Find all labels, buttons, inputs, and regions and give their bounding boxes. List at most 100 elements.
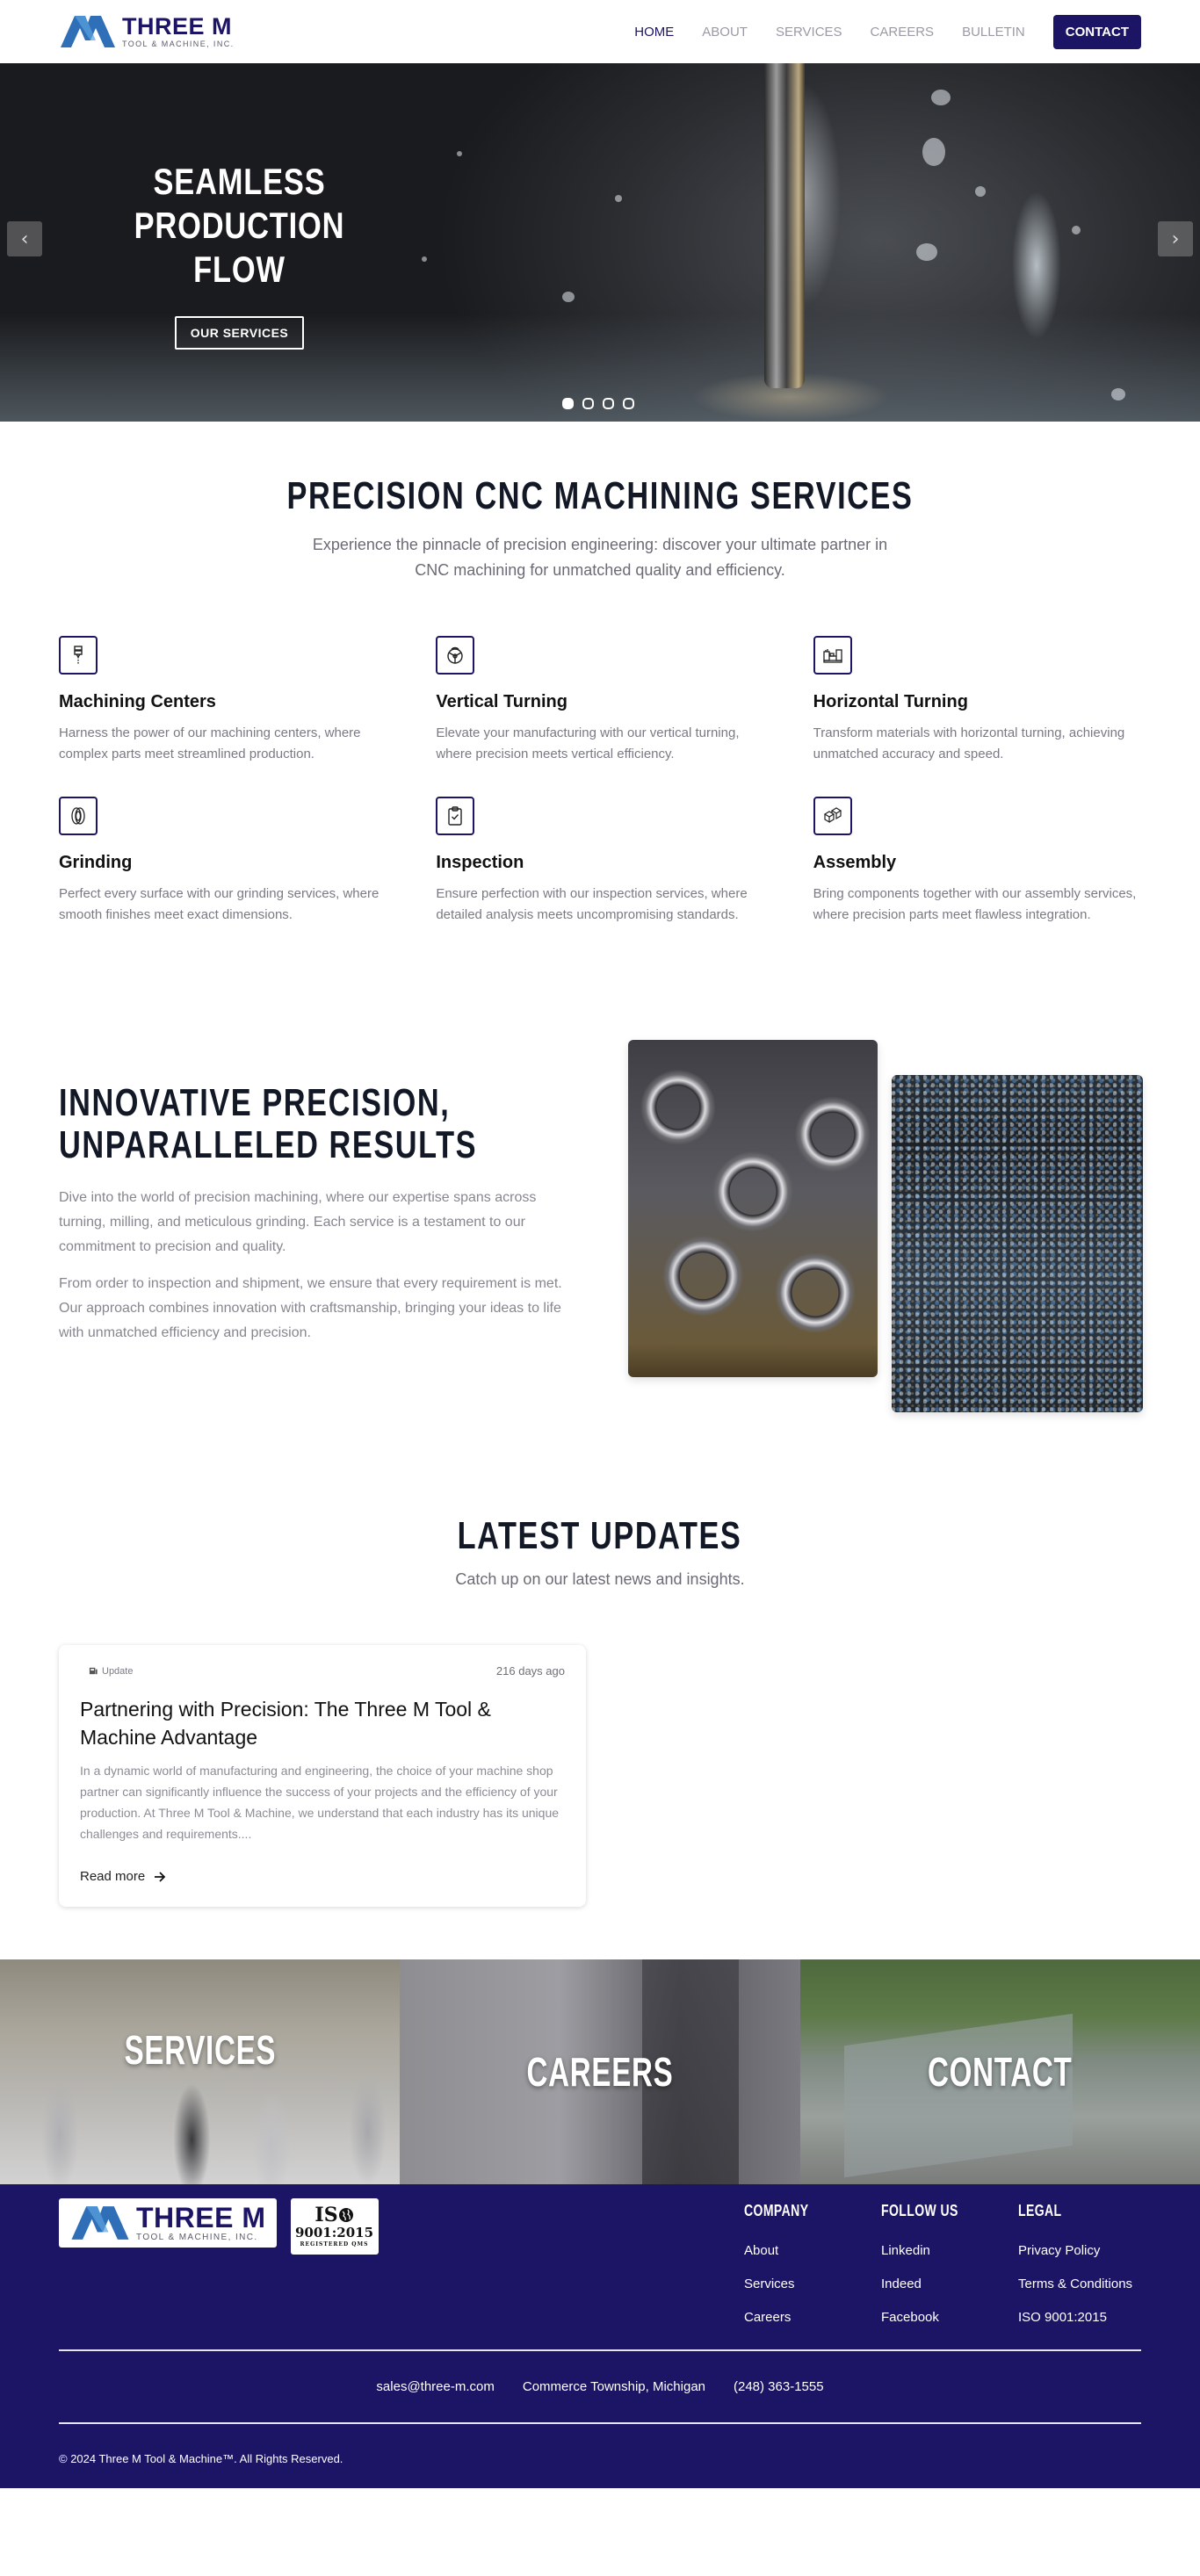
footer-column-company: COMPANY About Services Careers: [744, 2198, 881, 2325]
footer-column-follow: FOLLOW US Linkedin Indeed Facebook: [881, 2198, 1018, 2325]
post-tag: Update: [80, 1666, 133, 1677]
footer-brand-name: THREE M: [136, 2202, 266, 2233]
service-name: Vertical Turning: [436, 692, 567, 711]
service-name: Assembly: [813, 853, 897, 872]
service-card: Horizontal Turning Transform materials w…: [813, 636, 1141, 765]
service-description: Harness the power of our machining cente…: [59, 725, 361, 761]
footer-link-iso[interactable]: ISO 9001:2015: [1018, 2310, 1141, 2325]
chevron-left-icon: ‹: [20, 227, 29, 250]
carousel-indicator-2[interactable]: [582, 398, 594, 409]
footer-divider: [59, 2422, 1141, 2424]
services-subtitle: Experience the pinnacle of precision eng…: [312, 536, 888, 579]
grinding-wheel-icon: [59, 797, 98, 835]
footer-email[interactable]: sales@three-m.com: [376, 2379, 494, 2394]
nav-about[interactable]: ABOUT: [688, 25, 762, 40]
metal-chips-image: [892, 1075, 1143, 1412]
innovative-paragraph: From order to inspection and shipment, w…: [59, 1276, 562, 1340]
innovative-paragraph: Dive into the world of precision machini…: [59, 1190, 537, 1254]
carousel-indicator-1[interactable]: [562, 398, 574, 409]
globe-icon: [338, 2208, 353, 2222]
nav-bulletin[interactable]: BULLETIN: [948, 25, 1039, 40]
innovative-title: INNOVATIVE PRECISION, UNPARALLELED RESUL…: [59, 1081, 476, 1166]
lathe-icon: [813, 636, 852, 675]
chevron-right-icon: ›: [1171, 227, 1180, 250]
footer-heading: FOLLOW US: [881, 2202, 958, 2219]
our-services-button[interactable]: OUR SERVICES: [174, 316, 305, 350]
footer-columns: COMPANY About Services Careers FOLLOW US…: [744, 2198, 1141, 2325]
chuck-icon: [436, 636, 475, 675]
post-title[interactable]: Partnering with Precision: The Three M T…: [80, 1695, 565, 1751]
hero-carousel: SEAMLESS PRODUCTION FLOW OUR SERVICES ‹ …: [0, 63, 1200, 422]
tile-services[interactable]: SERVICES: [0, 1959, 400, 2184]
footer-link-careers[interactable]: Careers: [744, 2310, 881, 2325]
footer-location[interactable]: Commerce Township, Michigan: [523, 2379, 705, 2394]
nav-contact-button[interactable]: CONTACT: [1052, 14, 1141, 49]
copyright-text: © 2024 Three M Tool & Machine™. All Righ…: [59, 2452, 343, 2465]
footer-link-privacy[interactable]: Privacy Policy: [1018, 2243, 1141, 2258]
footer-logos: THREE M TOOL & MACHINE, INC. IS 9001:201…: [59, 2198, 379, 2325]
footer-contact-info: sales@three-m.com Commerce Township, Mic…: [59, 2351, 1141, 2422]
service-card: Assembly Bring components together with …: [813, 797, 1141, 926]
footer-link-terms[interactable]: Terms & Conditions: [1018, 2277, 1141, 2291]
footer-phone[interactable]: (248) 363-1555: [734, 2379, 824, 2394]
post-tag-label: Update: [102, 1665, 134, 1677]
services-grid: Machining Centers Harness the power of o…: [59, 636, 1141, 926]
nav-careers[interactable]: CAREERS: [857, 25, 949, 40]
service-description: Ensure perfection with our inspection se…: [436, 886, 748, 922]
quick-links-tiles: SERVICES CAREERS CONTACT: [0, 1959, 1200, 2184]
service-name: Horizontal Turning: [813, 692, 968, 711]
service-card: Inspection Ensure perfection with our in…: [436, 797, 763, 926]
footer-link-facebook[interactable]: Facebook: [881, 2310, 1018, 2325]
tile-careers[interactable]: CAREERS: [400, 1959, 800, 2184]
footer-brand-logo[interactable]: THREE M TOOL & MACHINE, INC.: [59, 2198, 277, 2248]
iso-certification-badge: IS 9001:2015 REGISTERED QMS: [290, 2198, 379, 2255]
carousel-indicator-3[interactable]: [603, 398, 614, 409]
top-navigation: THREE M TOOL & MACHINE, INC. HOME ABOUT …: [0, 0, 1200, 63]
service-description: Transform materials with horizontal turn…: [813, 725, 1125, 761]
services-section: PRECISION CNC MACHINING SERVICES Experie…: [0, 422, 1200, 1022]
hero-drill-image: [764, 63, 805, 388]
service-description: Bring components together with our assem…: [813, 886, 1137, 922]
service-description: Elevate your manufacturing with our vert…: [436, 725, 740, 761]
main-menu: HOME ABOUT SERVICES CAREERS BULLETIN CON…: [620, 14, 1141, 49]
post-meta: Update 216 days ago: [80, 1664, 565, 1678]
nav-services[interactable]: SERVICES: [762, 25, 857, 40]
hero-title-line1: SEAMLESS PRODUCTION: [134, 161, 345, 246]
services-title: PRECISION CNC MACHINING SERVICES: [286, 474, 914, 517]
carousel-indicator-4[interactable]: [623, 398, 634, 409]
clipboard-check-icon: [436, 797, 475, 835]
tile-contact-label: CONTACT: [928, 2049, 1073, 2095]
service-card: Machining Centers Harness the power of o…: [59, 636, 387, 765]
arrow-right-icon: [155, 1871, 166, 1882]
machined-parts-image: [628, 1040, 878, 1377]
three-m-logo-icon: [71, 2206, 129, 2240]
footer-link-services[interactable]: Services: [744, 2277, 881, 2291]
footer: THREE M TOOL & MACHINE, INC. IS 9001:201…: [0, 2184, 1200, 2488]
footer-top: THREE M TOOL & MACHINE, INC. IS 9001:201…: [59, 2198, 1141, 2325]
footer-link-linkedin[interactable]: Linkedin: [881, 2243, 1018, 2258]
three-m-logo-icon: [61, 16, 115, 47]
footer-link-about[interactable]: About: [744, 2243, 881, 2258]
iso-text: IS: [314, 2204, 338, 2226]
service-name: Grinding: [59, 853, 133, 872]
brand-name: THREE M: [122, 13, 232, 40]
footer-heading: COMPANY: [744, 2202, 809, 2219]
innovative-title-line1: INNOVATIVE PRECISION,: [59, 1081, 451, 1124]
read-more-link[interactable]: Read more: [80, 1869, 166, 1884]
hero-title: SEAMLESS PRODUCTION FLOW: [101, 160, 379, 292]
carousel-prev-button[interactable]: ‹: [7, 221, 42, 256]
spindle-icon: [59, 636, 98, 675]
innovative-title-line2: UNPARALLELED RESULTS: [59, 1123, 478, 1166]
read-more-label: Read more: [80, 1869, 146, 1884]
footer-heading: LEGAL: [1018, 2202, 1062, 2219]
tile-contact[interactable]: CONTACT: [800, 1959, 1200, 2184]
nav-home[interactable]: HOME: [620, 25, 688, 40]
service-card: Grinding Perfect every surface with our …: [59, 797, 387, 926]
brand-logo[interactable]: THREE M TOOL & MACHINE, INC.: [59, 14, 235, 49]
hero-title-line2: FLOW: [193, 249, 286, 290]
blocks-icon: [813, 797, 852, 835]
footer-link-indeed[interactable]: Indeed: [881, 2277, 1018, 2291]
carousel-next-button[interactable]: ›: [1158, 221, 1193, 256]
post-card[interactable]: Update 216 days ago Partnering with Prec…: [59, 1645, 586, 1907]
post-date: 216 days ago: [495, 1664, 565, 1678]
